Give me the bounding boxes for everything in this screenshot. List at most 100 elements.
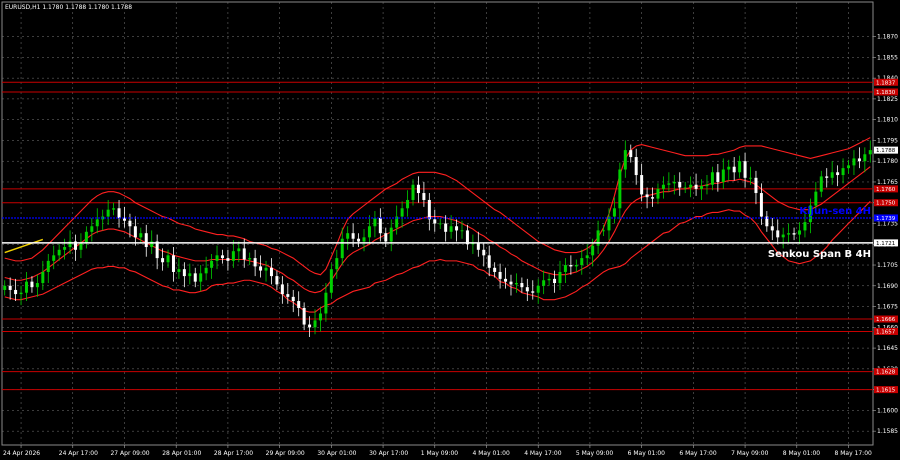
y-tick-label: 1.1810 xyxy=(877,117,898,124)
level-price-label: 1.1837 xyxy=(876,80,896,86)
price-bar-body xyxy=(847,165,851,169)
price-bar-body xyxy=(705,184,709,187)
price-bar-body xyxy=(602,230,606,232)
price-bar-body xyxy=(106,209,110,217)
price-bar-body xyxy=(133,226,137,238)
price-bar-body xyxy=(438,223,442,225)
price-bar-body xyxy=(46,260,50,272)
price-bar-body xyxy=(335,258,339,270)
price-bar-body xyxy=(422,193,426,200)
x-tick-label: 7 May 09:00 xyxy=(731,450,769,457)
price-bar-body xyxy=(700,186,704,189)
kijun-label: Kijun-sen 4H xyxy=(799,206,871,217)
price-bar-body xyxy=(721,169,725,182)
x-tick-label: 4 May 01:00 xyxy=(472,450,510,457)
price-bar-body xyxy=(482,249,486,256)
x-tick-label: 24 Apr 17:00 xyxy=(59,450,98,457)
price-bar-body xyxy=(607,216,611,231)
price-bar-body xyxy=(836,172,840,176)
x-tick-label: 27 Apr 09:00 xyxy=(110,450,149,457)
price-bar-body xyxy=(318,313,322,321)
price-bar-body xyxy=(640,175,644,195)
price-bar-body xyxy=(672,181,676,184)
price-bar-body xyxy=(30,281,34,288)
price-bar-body xyxy=(242,248,246,260)
x-tick-label: 4 May 17:00 xyxy=(524,450,562,457)
price-bar-body xyxy=(868,150,872,155)
price-bar-body xyxy=(166,255,170,263)
price-bar-body xyxy=(275,276,279,285)
price-bar-body xyxy=(710,172,714,185)
x-tick-label: 1 May 09:00 xyxy=(421,450,459,457)
price-bar-body xyxy=(547,278,551,281)
price-bar-body xyxy=(286,294,290,297)
price-bar-body xyxy=(406,199,410,209)
price-bar-body xyxy=(95,219,99,227)
y-tick-label: 1.1870 xyxy=(877,34,898,41)
price-bar-body xyxy=(237,248,241,252)
price-bar-body xyxy=(460,230,464,232)
y-tick-label: 1.1855 xyxy=(877,54,898,61)
price-bar-body xyxy=(144,233,148,248)
y-tick-label: 1.1675 xyxy=(877,304,898,311)
price-bar-body xyxy=(367,226,371,238)
x-tick-label: 8 May 17:00 xyxy=(835,450,873,457)
price-bar-body xyxy=(171,255,175,272)
price-bar-body xyxy=(373,217,377,227)
price-bar-body xyxy=(84,231,88,243)
y-tick-label: 1.1705 xyxy=(877,262,898,269)
y-tick-label: 1.1600 xyxy=(877,407,898,414)
price-bar-body xyxy=(656,188,660,199)
price-bar-body xyxy=(112,208,116,210)
price-bar-body xyxy=(128,220,132,227)
price-chart[interactable]: Kijun-sen 4H Senkou Span B 4H 1.1585 1.160… xyxy=(0,0,900,460)
price-bar-body xyxy=(689,184,693,188)
price-bar-body xyxy=(63,247,67,250)
price-bar-body xyxy=(384,233,388,242)
price-bar-body xyxy=(19,292,23,295)
price-bar-body xyxy=(182,269,186,277)
price-bar-body xyxy=(591,245,595,256)
price-bar-body xyxy=(161,258,165,263)
price-bar-body xyxy=(814,191,818,206)
price-bar-body xyxy=(514,283,518,285)
price-bar-body xyxy=(776,230,780,238)
level-price-label: 1.1615 xyxy=(876,388,896,394)
price-bar-body xyxy=(302,307,306,325)
price-bar-body xyxy=(536,285,540,293)
price-bar-body xyxy=(525,287,529,292)
price-bar-body xyxy=(329,269,333,293)
price-bar-body xyxy=(830,172,834,178)
price-bar-body xyxy=(362,237,366,242)
price-bar-body xyxy=(433,219,437,224)
x-tick-label: 5 May 09:00 xyxy=(576,450,614,457)
price-bar-body xyxy=(825,176,829,178)
x-tick-label: 24 Apr 2026 xyxy=(3,450,40,457)
price-bar-body xyxy=(504,278,508,282)
price-bar-body xyxy=(563,265,567,272)
x-tick-label: 8 May 01:00 xyxy=(783,450,821,457)
level-price-label: 1.1760 xyxy=(876,187,896,193)
price-bar-body xyxy=(35,283,39,288)
price-bar-body xyxy=(618,169,622,209)
price-bar-body xyxy=(754,177,758,194)
price-bar-body xyxy=(863,154,867,162)
price-bar-body xyxy=(781,234,785,238)
senkou-label: Senkou Span B 4H xyxy=(768,249,871,260)
chart-window[interactable]: Kijun-sen 4H Senkou Span B 4H 1.1585 1.160… xyxy=(0,0,900,460)
price-bar-body xyxy=(743,161,747,178)
price-bar-body xyxy=(226,258,230,261)
price-bar-body xyxy=(24,281,28,293)
price-bar-body xyxy=(427,199,431,220)
price-bar-body xyxy=(253,258,257,267)
price-bar-body xyxy=(340,238,344,259)
price-bar-body xyxy=(493,267,497,272)
price-bar-body xyxy=(819,176,823,192)
price-bar-body xyxy=(57,249,61,256)
price-bar-body xyxy=(291,296,295,302)
price-bar-body xyxy=(787,233,791,235)
level-price-label: 1.1750 xyxy=(876,201,896,207)
price-bar-body xyxy=(531,291,535,293)
price-bar-body xyxy=(155,241,159,259)
price-bar-body xyxy=(749,177,753,179)
